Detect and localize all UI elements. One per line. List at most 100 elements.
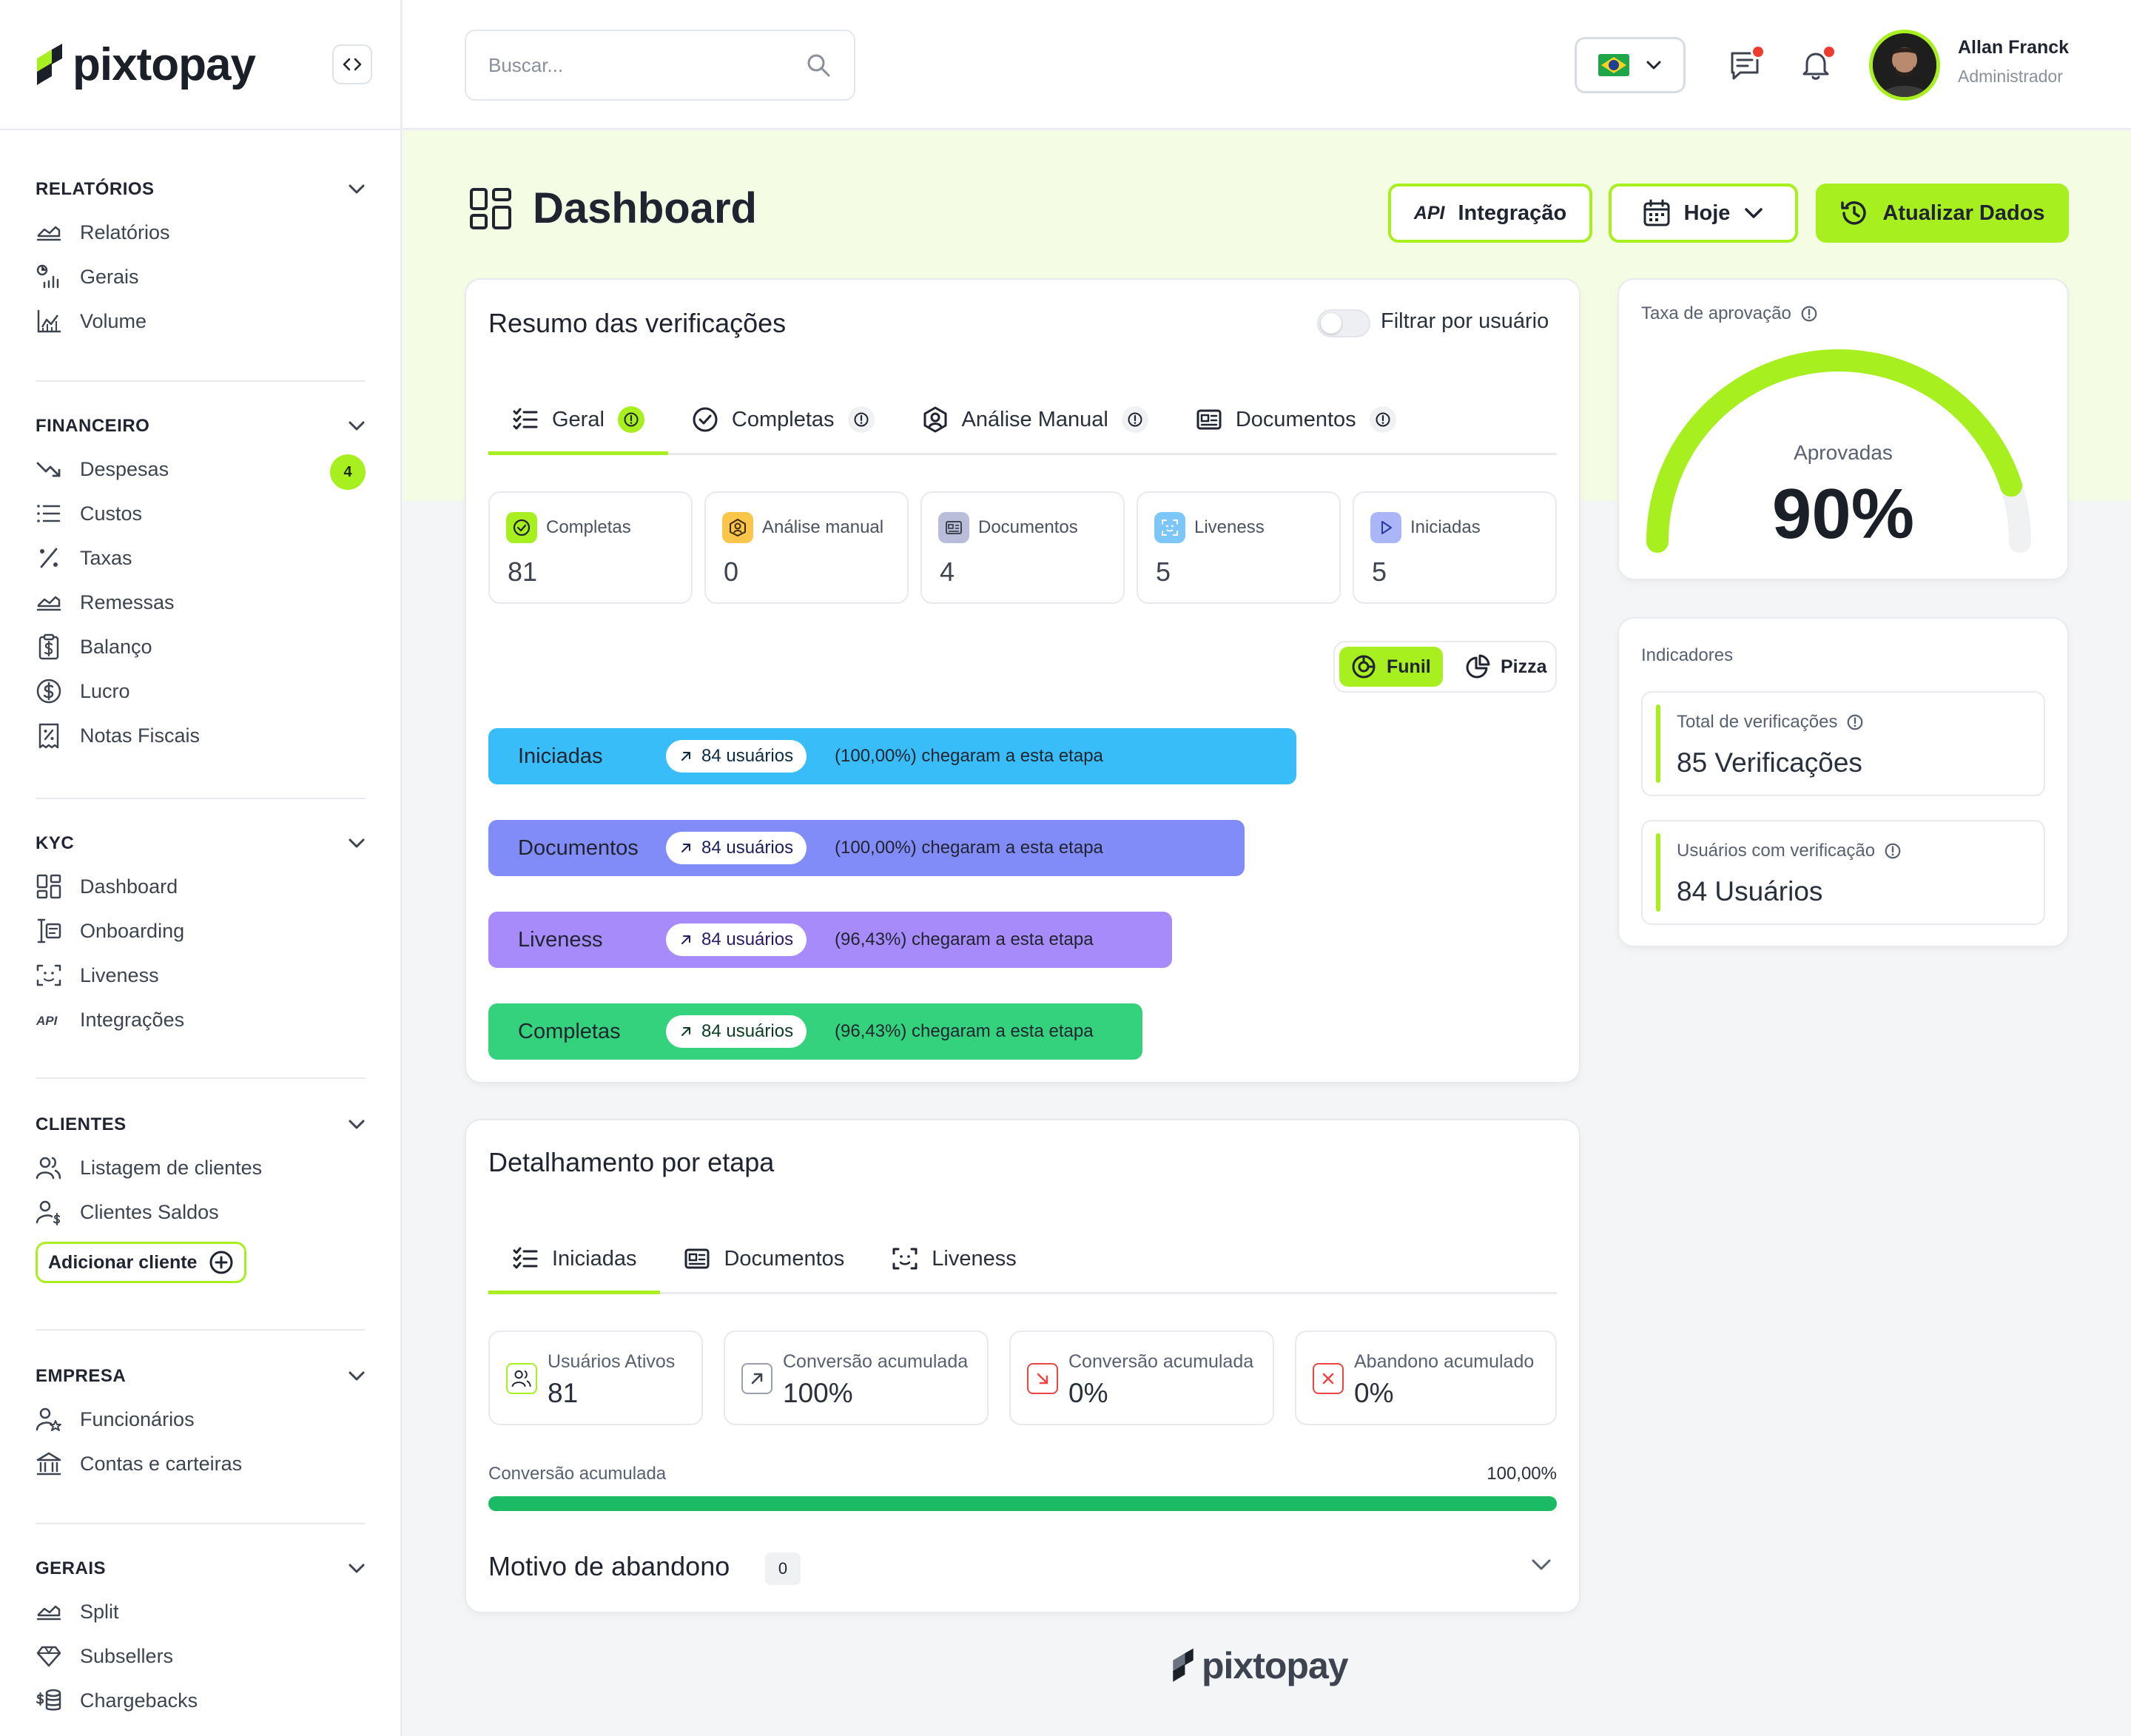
- sidebar-item-gerais[interactable]: Gerais: [36, 255, 366, 299]
- user-name[interactable]: Allan Franck: [1958, 37, 2069, 58]
- tab-documentos[interactable]: Documentos: [1172, 386, 1420, 453]
- messages-button[interactable]: [1723, 43, 1767, 87]
- refresh-data-button[interactable]: Atualizar Dados: [1816, 184, 2069, 243]
- api-integration-button[interactable]: API Integração: [1388, 184, 1592, 243]
- detail-stat-value: 100%: [783, 1378, 853, 1408]
- funnel-bar[interactable]: Completas 84 usuários (96,43%) chegaram …: [488, 1003, 1142, 1060]
- filter-by-user-toggle[interactable]: [1317, 309, 1370, 337]
- sidebar-item-listagem-de-clientes[interactable]: Listagem de clientes: [36, 1145, 366, 1190]
- avatar[interactable]: [1869, 30, 1940, 101]
- funnel-users-count: 84 usuários: [701, 746, 794, 766]
- chart-volume-icon: [37, 309, 61, 333]
- stat-card[interactable]: Liveness 5: [1137, 491, 1341, 604]
- notification-dot: [1822, 44, 1837, 59]
- percent-icon: [40, 548, 58, 568]
- funnel-users-pill: 84 usuários: [666, 740, 807, 773]
- sidebar-item-label: Taxas: [80, 546, 132, 569]
- stat-label-text: Documentos: [978, 517, 1078, 537]
- sidebar-item-custos[interactable]: Custos: [36, 491, 366, 536]
- notifications-button[interactable]: [1794, 43, 1838, 87]
- date-filter-button[interactable]: Hoje: [1609, 184, 1798, 243]
- stat-card[interactable]: Completas 81: [488, 491, 693, 604]
- sidebar-item-funcionarios[interactable]: Funcionários: [36, 1397, 366, 1441]
- svg-text:API: API: [36, 1014, 58, 1028]
- sidebar-item-remessas[interactable]: Remessas: [36, 580, 366, 625]
- stat-card[interactable]: Iniciadas 5: [1353, 491, 1557, 604]
- funnel-bar[interactable]: Documentos 84 usuários (100,00%) chegara…: [488, 820, 1245, 876]
- sidebar-item-volume[interactable]: Volume: [36, 299, 366, 343]
- tab-iniciadas[interactable]: Iniciadas: [488, 1225, 661, 1294]
- sidebar-item-label: Contas e carteiras: [80, 1452, 243, 1475]
- detail-stat-value: 0%: [1354, 1378, 1394, 1408]
- sidebar-item-dashboard[interactable]: Dashboard: [36, 864, 366, 909]
- sidebar-item-balanco[interactable]: Balanço: [36, 625, 366, 669]
- sidebar-item-split[interactable]: Split: [36, 1589, 366, 1634]
- sidebar-item-integracoes[interactable]: API Integrações: [36, 997, 366, 1042]
- stat-card[interactable]: Análise manual 0: [704, 491, 909, 604]
- search-input[interactable]: Buscar...: [488, 54, 563, 77]
- tab-liveness[interactable]: Liveness: [868, 1225, 1040, 1292]
- pie-view-button[interactable]: Pizza: [1453, 647, 1559, 687]
- approval-value: 90%: [1771, 474, 1915, 554]
- tab-documentos[interactable]: Documentos: [660, 1225, 868, 1292]
- list-check-icon: [513, 408, 538, 430]
- sidebar-item-subsellers[interactable]: Subsellers: [36, 1634, 366, 1678]
- sidebar-item-notas-fiscais[interactable]: Notas Fiscais: [36, 713, 366, 758]
- sidebar-item-lucro[interactable]: Lucro: [36, 669, 366, 713]
- detail-stat-label: Conversão acumulada: [1068, 1351, 1254, 1372]
- footer-brand-name: pixtopay: [1202, 1645, 1349, 1686]
- sidebar-item-label: Liveness: [80, 963, 159, 986]
- stat-icon: [506, 512, 537, 543]
- code-brackets-icon: [343, 58, 362, 71]
- chevron-down-icon: [1646, 61, 1661, 70]
- sidebar-section-header[interactable]: KYC: [36, 829, 366, 858]
- sidebar-item-onboarding[interactable]: Onboarding: [36, 909, 366, 953]
- sidebar-item-icon: [36, 872, 65, 901]
- sidebar-item-chargebacks[interactable]: Chargebacks: [36, 1678, 366, 1723]
- sidebar-item-label: Split: [80, 1600, 119, 1623]
- stat-card[interactable]: Documentos 4: [920, 491, 1125, 604]
- sidebar-item-icon: [36, 721, 65, 750]
- users-icon: [36, 1157, 61, 1180]
- sidebar-section-header[interactable]: EMPRESA: [36, 1362, 366, 1391]
- sidebar-item-clientes-saldos[interactable]: Clientes Saldos: [36, 1190, 366, 1234]
- language-selector[interactable]: [1575, 37, 1686, 93]
- info-icon: [1848, 714, 1863, 730]
- sidebar-section: CLIENTES Listagem de clientes Clientes S…: [36, 1110, 366, 1283]
- funnel-users-count: 84 usuários: [701, 838, 794, 858]
- collapse-sidebar-button[interactable]: [332, 44, 372, 84]
- sidebar-item-contas-e-carteiras[interactable]: Contas e carteiras: [36, 1441, 366, 1486]
- funnel-users-pill: 84 usuários: [666, 832, 807, 864]
- sidebar-item-relatorios[interactable]: Relatórios: [36, 210, 366, 255]
- sidebar-section-header[interactable]: CLIENTES: [36, 1110, 366, 1140]
- add-client-button[interactable]: Adicionar cliente: [36, 1242, 247, 1283]
- sidebar-item-taxas[interactable]: Taxas: [36, 536, 366, 580]
- funnel-bar[interactable]: Iniciadas 84 usuários (100,00%) chegaram…: [488, 728, 1296, 784]
- funnel-view-button[interactable]: Funil: [1339, 647, 1443, 687]
- indicator-value: 84 Usuários: [1677, 876, 1823, 906]
- expand-abandon-button[interactable]: [1530, 1557, 1552, 1572]
- sidebar-item-label: Chargebacks: [80, 1689, 198, 1712]
- stat-icon: [938, 512, 969, 543]
- stat-label-text: Análise manual: [762, 517, 884, 537]
- arrow-down-right-icon: [1037, 1373, 1048, 1385]
- stat-label: Documentos: [938, 512, 1078, 543]
- user-photo: [1873, 33, 1936, 97]
- search-box[interactable]: Buscar...: [465, 30, 855, 101]
- sidebar-section-header[interactable]: GERAIS: [36, 1554, 366, 1584]
- indicator-label: Usuários com verificação: [1677, 841, 1902, 861]
- sidebar-item-icon: [36, 1197, 65, 1227]
- sidebar-item-despesas[interactable]: Despesas 4: [36, 447, 366, 491]
- brand-logo[interactable]: pixtopay: [34, 38, 256, 91]
- detail-stat-card: Abandono acumulado 0%: [1295, 1330, 1557, 1425]
- tab-geral[interactable]: Geral: [488, 386, 668, 455]
- sidebar-item-liveness[interactable]: Liveness: [36, 953, 366, 997]
- sidebar-section-header[interactable]: RELATÓRIOS: [36, 175, 366, 204]
- stat-label: Liveness: [1154, 512, 1265, 543]
- abandon-reason-title[interactable]: Motivo de abandono: [488, 1551, 730, 1582]
- tab-completas[interactable]: Completas: [668, 386, 898, 453]
- tab-analise-manual[interactable]: Análise Manual: [898, 386, 1172, 453]
- funnel-bar[interactable]: Liveness 84 usuários (96,43%) chegaram a…: [488, 912, 1172, 968]
- sidebar-section-header[interactable]: FINANCEIRO: [36, 411, 366, 441]
- sidebar-item-label: Despesas: [80, 457, 169, 480]
